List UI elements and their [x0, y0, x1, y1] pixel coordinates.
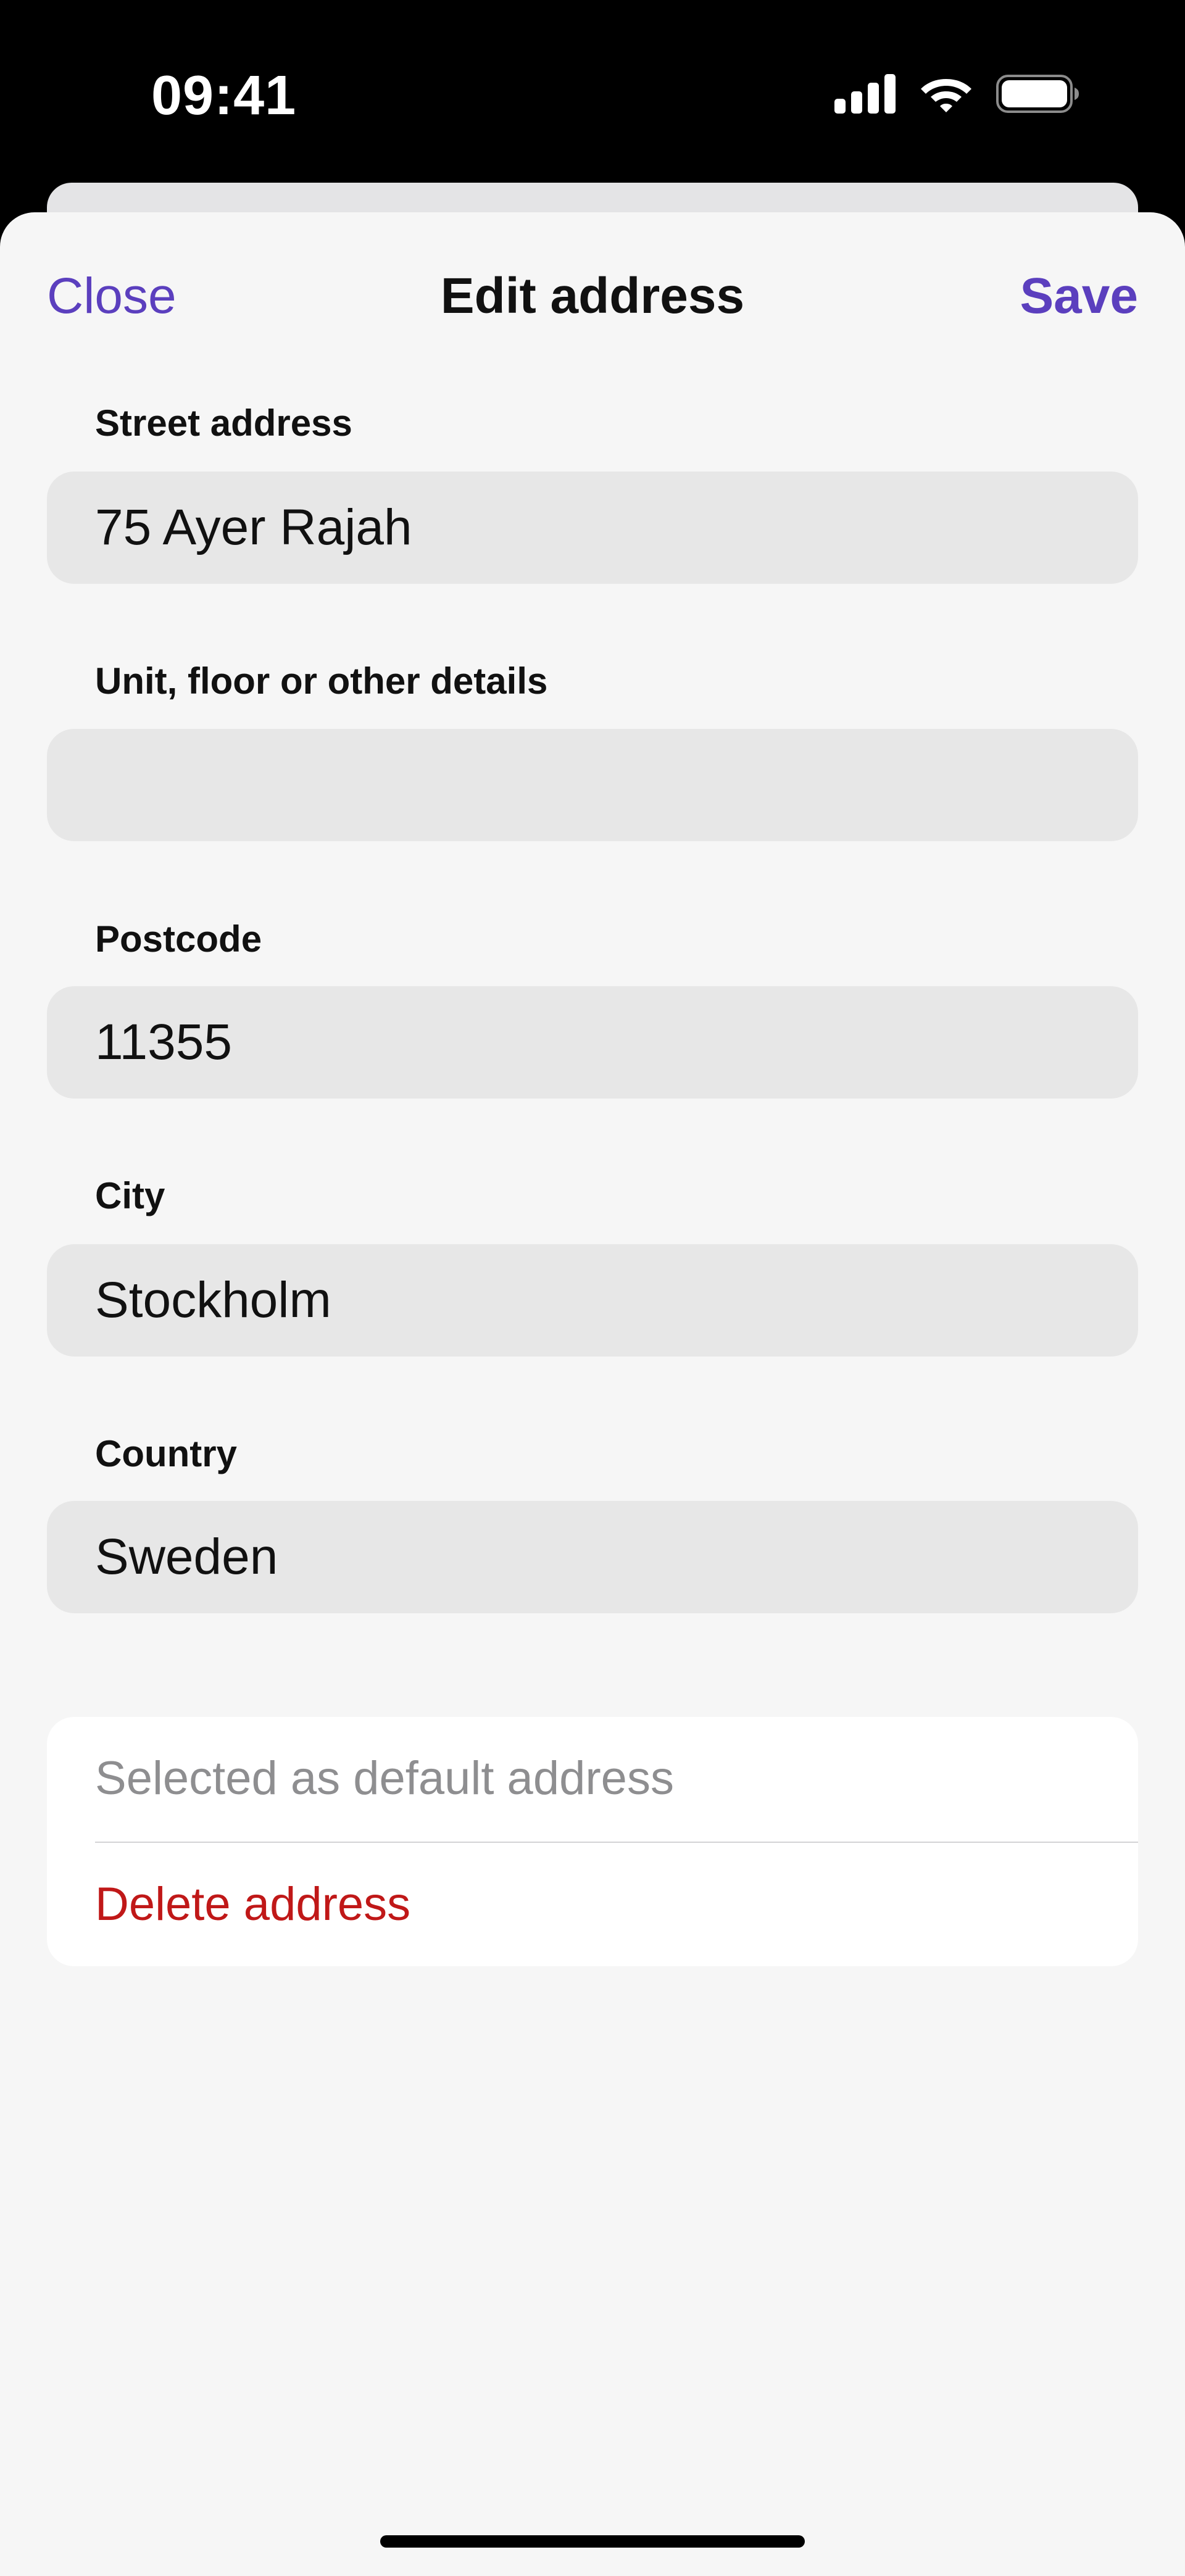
postcode-field[interactable]: 11355	[47, 986, 1138, 1099]
status-bar: 09:41	[0, 0, 1185, 185]
status-time: 09:41	[151, 65, 297, 127]
country-field[interactable]: Sweden	[47, 1501, 1138, 1613]
wifi-icon	[921, 79, 971, 112]
street-address-label: Street address	[95, 402, 352, 444]
city-field[interactable]: Stockholm	[47, 1244, 1138, 1357]
postcode-label: Postcode	[95, 918, 262, 960]
delete-address-button[interactable]: Delete address	[95, 1843, 1138, 1966]
default-address-status: Selected as default address	[95, 1752, 674, 1805]
street-address-field[interactable]: 75 Ayer Rajah	[47, 472, 1138, 584]
unit-details-label: Unit, floor or other details	[95, 660, 548, 702]
address-actions-card: Selected as default address Delete addre…	[47, 1717, 1138, 1966]
home-indicator	[380, 2535, 805, 2548]
save-button[interactable]: Save	[1020, 265, 1138, 327]
close-button[interactable]: Close	[47, 265, 177, 327]
status-icons	[834, 74, 1080, 114]
country-label: Country	[95, 1433, 237, 1474]
battery-icon	[996, 75, 1079, 113]
cellular-signal-icon	[834, 74, 896, 114]
unit-details-field[interactable]	[47, 729, 1138, 841]
city-label: City	[95, 1175, 165, 1216]
